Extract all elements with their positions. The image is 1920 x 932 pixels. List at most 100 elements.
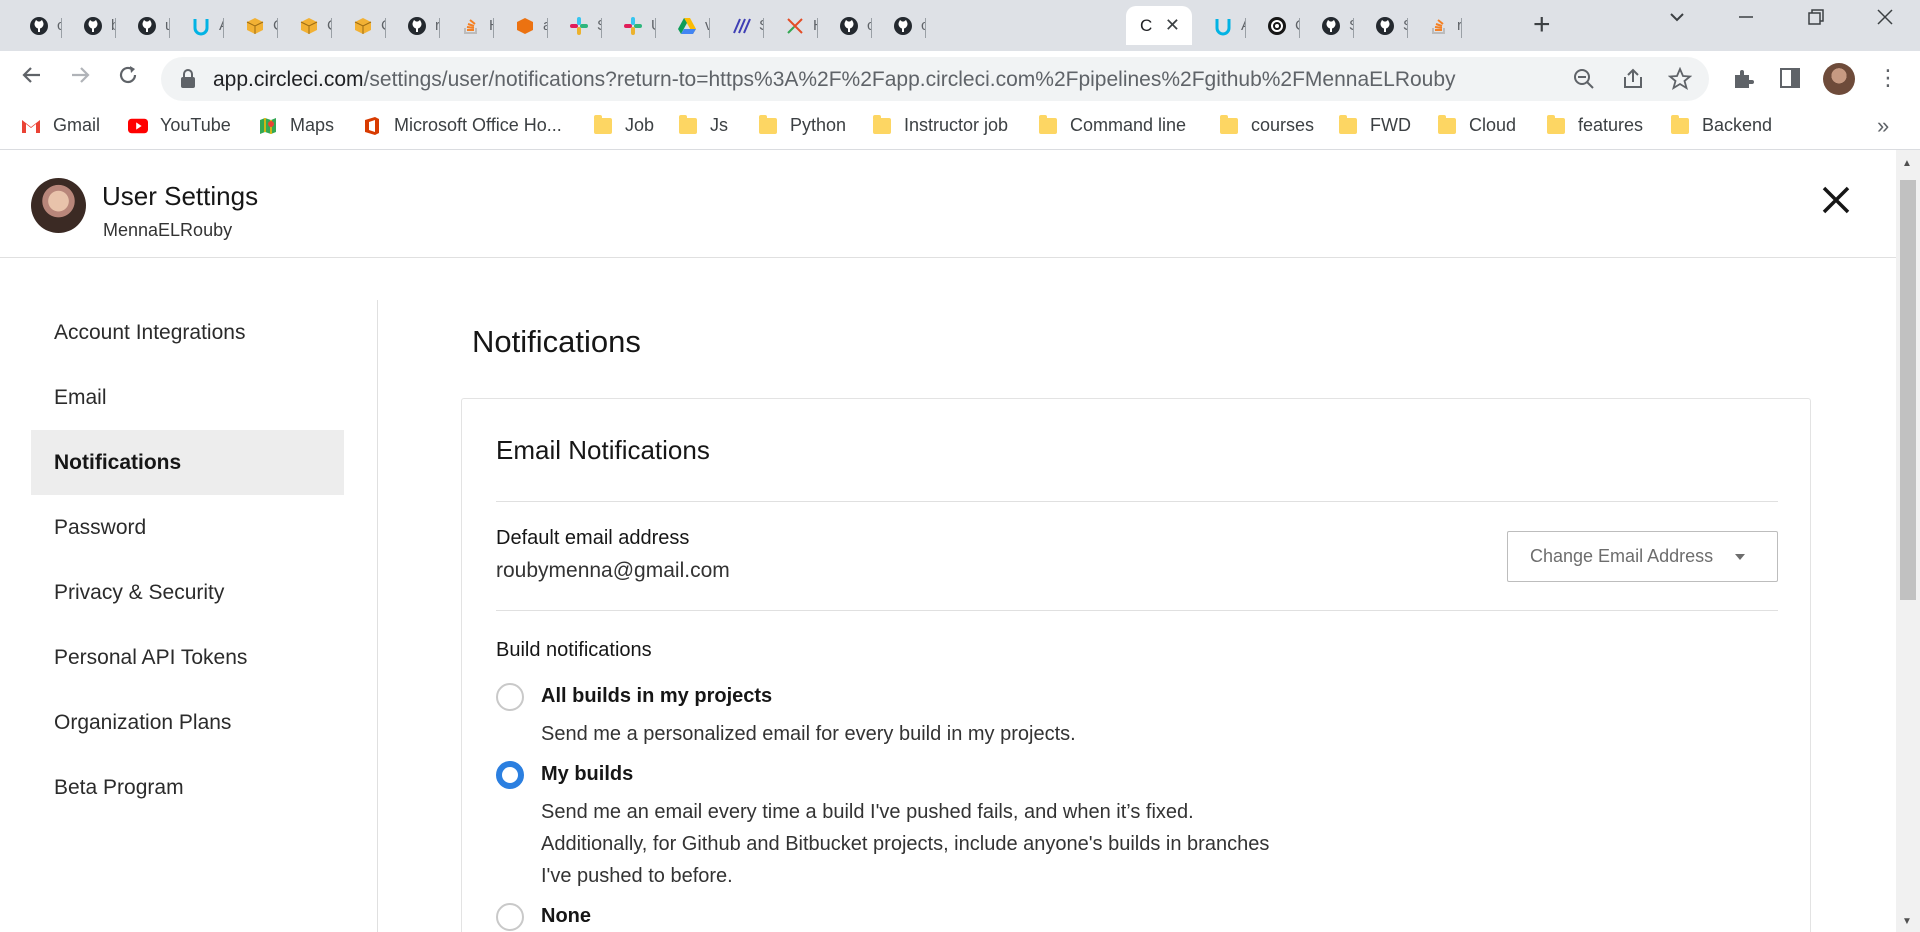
window-close-icon[interactable] — [1876, 8, 1894, 32]
back-icon[interactable] — [20, 63, 44, 93]
sidebar-item-personal-api-tokens[interactable]: Personal API Tokens — [31, 625, 344, 690]
browser-toolbar: app.circleci.com/settings/user/notificat… — [0, 51, 1920, 105]
gmail-icon — [21, 116, 41, 136]
bookmark-star-icon[interactable] — [1667, 66, 1693, 96]
browser-tab[interactable]: r — [386, 6, 440, 45]
settings-sidebar: Account Integrations Email Notifications Pa… — [31, 300, 344, 820]
browser-tab[interactable]: S — [1354, 6, 1408, 45]
bookmark-item[interactable]: features — [1546, 114, 1643, 136]
browser-tab[interactable]: A — [170, 6, 224, 45]
close-icon[interactable] — [1816, 180, 1856, 220]
bookmark-item[interactable]: Job — [593, 114, 654, 136]
bookmark-item[interactable]: Backend — [1670, 114, 1773, 136]
restore-icon[interactable] — [1808, 8, 1824, 31]
share-icon[interactable] — [1621, 67, 1645, 96]
minimize-icon[interactable] — [1738, 8, 1754, 31]
bookmark-item[interactable]: YouTube — [128, 115, 231, 136]
bookmark-label: Js — [710, 115, 728, 135]
bookmark-label: Microsoft Office Ho... — [394, 115, 562, 135]
google-drive-icon — [676, 15, 698, 37]
bookmark-item[interactable]: Js — [678, 114, 728, 136]
bookmark-item[interactable]: Gmail — [21, 115, 100, 136]
side-panel-icon[interactable] — [1779, 67, 1801, 94]
radio-button[interactable] — [496, 903, 524, 931]
radio-button[interactable] — [496, 683, 524, 711]
tab-title: c — [921, 17, 926, 34]
tab-search-icon[interactable] — [1668, 8, 1686, 32]
browser-tab[interactable]: C — [278, 6, 332, 45]
lock-icon[interactable] — [180, 69, 196, 94]
url-text[interactable]: app.circleci.com/settings/user/notificat… — [213, 68, 1456, 92]
bookmark-item[interactable]: Cloud — [1437, 114, 1517, 136]
browser-tab[interactable]: C ✕ — [1126, 6, 1192, 45]
bookmark-item[interactable]: Python — [758, 114, 846, 136]
profile-avatar[interactable] — [1823, 63, 1855, 95]
tab-strip: cbuACCCrHaSUvSHccC✕ACSSr + — [0, 0, 1920, 51]
tab-title: r — [1457, 17, 1462, 34]
radio-label: All builds in my projects — [541, 685, 773, 707]
browser-tab[interactable]: U — [602, 6, 656, 45]
sidebar-item-privacy-security[interactable]: Privacy & Security — [31, 560, 344, 625]
bookmark-item[interactable]: Maps — [258, 115, 334, 136]
radio-label: My builds — [541, 763, 634, 785]
forward-icon[interactable] — [68, 63, 92, 93]
scroll-down-icon[interactable]: ▼ — [1902, 916, 1912, 927]
new-tab-button[interactable]: + — [1533, 9, 1551, 41]
browser-tab[interactable]: C — [332, 6, 386, 45]
bookmark-item[interactable]: Instructor job — [872, 114, 1009, 136]
browser-tab[interactable]: H — [764, 6, 818, 45]
browser-tab[interactable]: b — [62, 6, 116, 45]
bookmark-item[interactable]: FWD — [1338, 114, 1411, 136]
browser-tab[interactable]: C — [1246, 6, 1300, 45]
sidebar-item-password[interactable]: Password — [31, 495, 344, 560]
browser-tab[interactable]: c — [818, 6, 872, 45]
sidebar-item-beta-program[interactable]: Beta Program — [31, 755, 344, 820]
browser-tab[interactable]: S — [1300, 6, 1354, 45]
browser-tab[interactable]: r — [1408, 6, 1462, 45]
email-notifications-card: Email Notifications Default email addres… — [461, 398, 1811, 932]
browser-tab[interactable]: c — [872, 6, 926, 45]
bookmark-label: Command line — [1070, 115, 1187, 135]
default-email-value: roubymenna@gmail.com — [496, 559, 730, 582]
browser-tab[interactable]: a — [494, 6, 548, 45]
zoom-icon[interactable] — [1572, 67, 1596, 96]
bookmark-label: Gmail — [53, 115, 101, 135]
browser-tab[interactable]: S — [548, 6, 602, 45]
browser-menu-icon[interactable]: ⋮ — [1877, 65, 1899, 91]
sidebar-item-email[interactable]: Email — [31, 365, 344, 430]
tab-close-icon[interactable]: ✕ — [1165, 15, 1180, 36]
scroll-up-icon[interactable]: ▲ — [1902, 158, 1912, 169]
browser-tab[interactable]: S — [710, 6, 764, 45]
radio-button[interactable] — [496, 761, 524, 789]
browser-tab[interactable]: u — [116, 6, 170, 45]
folder-icon — [1437, 114, 1457, 136]
scroll-thumb[interactable] — [1900, 180, 1916, 600]
reload-icon[interactable] — [116, 63, 140, 93]
sidebar-item-organization-plans[interactable]: Organization Plans — [31, 690, 344, 755]
sidebar-item-account-integrations[interactable]: Account Integrations — [31, 300, 344, 365]
aws-icon — [514, 15, 536, 37]
bookmarks-overflow-icon[interactable]: » — [1877, 113, 1889, 139]
extensions-icon[interactable] — [1731, 67, 1755, 96]
sidebar-item-notifications[interactable]: Notifications — [31, 430, 344, 495]
address-bar[interactable]: app.circleci.com/settings/user/notificat… — [161, 57, 1709, 101]
browser-tab[interactable]: C — [224, 6, 278, 45]
bookmark-label: Backend — [1702, 115, 1773, 135]
browser-tab[interactable]: v — [656, 6, 710, 45]
change-email-dropdown[interactable]: Change Email Address — [1507, 531, 1778, 582]
folder-icon — [1546, 114, 1566, 136]
bookmark-item[interactable]: courses — [1219, 114, 1314, 136]
bookmark-label: Instructor job — [904, 115, 1009, 135]
github-icon — [1320, 15, 1342, 37]
github-icon — [82, 15, 104, 37]
tool-icon — [784, 15, 806, 37]
bookmark-item[interactable]: Command line — [1038, 114, 1187, 136]
browser-tab[interactable]: A — [1192, 6, 1246, 45]
package-icon — [244, 15, 266, 37]
browser-tab[interactable]: H — [440, 6, 494, 45]
page-scrollbar[interactable]: ▲ ▼ — [1896, 150, 1920, 932]
bookmark-label: Cloud — [1469, 115, 1517, 135]
github-icon — [406, 15, 428, 37]
bookmark-item[interactable]: Microsoft Office Ho... — [362, 115, 562, 136]
browser-tab[interactable]: c — [8, 6, 62, 45]
